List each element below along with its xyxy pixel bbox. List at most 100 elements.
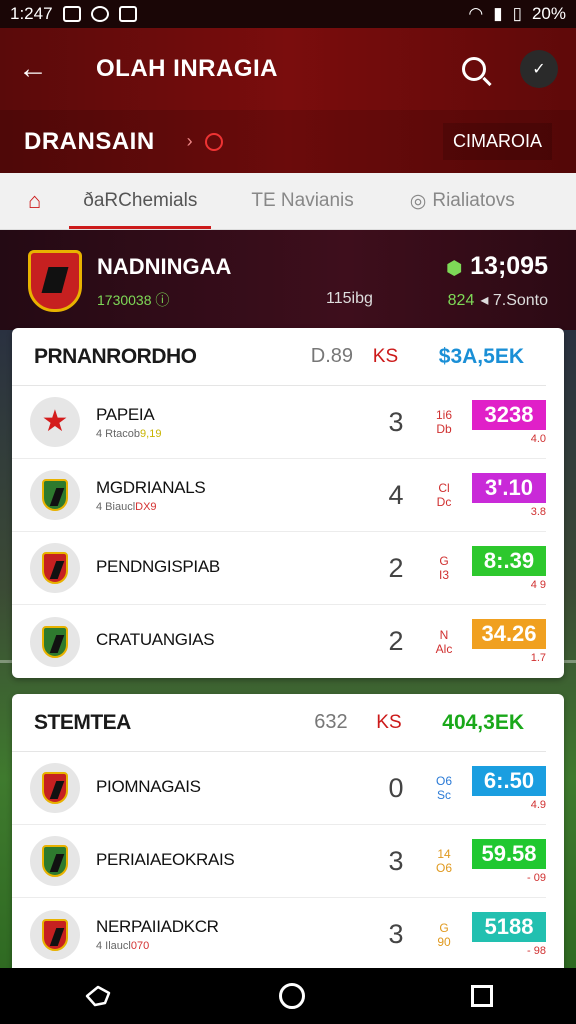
- team-mini-stats: O6 Sc: [416, 774, 472, 802]
- odds-badge-wrap[interactable]: 8:.39 4 9: [472, 545, 546, 591]
- team-mini-stats: G I3: [416, 554, 472, 582]
- signal-icon: ▮: [493, 4, 503, 23]
- group-card: PRNANRORDHO D.89 KS $3A,5EK ★ PAPEIA 4 R…: [12, 328, 564, 678]
- odds-badge-wrap[interactable]: 59.58 - 09: [472, 838, 546, 884]
- status-time: 1:247: [10, 4, 53, 23]
- team-row[interactable]: ★ PAPEIA 4 Rtacob9,19 3 1i6 Db 3238 4.0: [12, 386, 546, 459]
- match-sub-green: 824: [447, 292, 475, 309]
- info-icon: ⓘ: [155, 292, 170, 308]
- odds-badge-wrap[interactable]: 5188 - 98: [472, 912, 546, 957]
- league-option[interactable]: CIMAROIA: [442, 123, 552, 160]
- odds-badge[interactable]: 5188: [472, 912, 546, 942]
- search-icon[interactable]: [462, 57, 486, 81]
- group-num: D.89: [310, 345, 354, 367]
- nav-recents-icon[interactable]: [471, 985, 493, 1007]
- team-info: PENDNGISPIAB: [96, 557, 376, 580]
- status-bar: 1:247 ◠ ▮ ▯ 20%: [0, 0, 576, 28]
- odds-badge[interactable]: 3238: [472, 399, 546, 430]
- team-points: 0: [388, 772, 404, 803]
- odds-badge-wrap[interactable]: 6:.50 4.9: [472, 765, 546, 811]
- match-header[interactable]: NADNINGAA 1730038 ⓘ 115ibg ⬢ 13;095 824 ◂ …: [0, 230, 576, 330]
- team-name: PERIAIAEOKRAIS: [96, 849, 235, 869]
- group-total: 404,3EK: [442, 710, 524, 734]
- odds-badge-wrap[interactable]: 3'.10 3.8: [472, 472, 546, 518]
- group-ks: KS: [376, 711, 402, 733]
- group-header: STEMTEA 632 KS 404,3EK: [12, 694, 546, 752]
- nav-home-icon[interactable]: [279, 983, 305, 1009]
- team-mini-stats: 14 O6: [416, 847, 472, 875]
- group-num: 632: [314, 711, 348, 733]
- mini-stat-1: 14: [437, 847, 451, 861]
- tab-bar: ⌂ ðaRChemials TE Navianis ◎ Rialiatovs: [0, 173, 576, 230]
- mini-stat-2: O6: [435, 861, 452, 875]
- team-name: PAPEIA: [96, 404, 155, 424]
- team-row[interactable]: MGDRIANALS 4 BiauclDX9 4 Cl Dc 3'.10 3.8: [12, 459, 546, 532]
- league-bar[interactable]: DRANSAIN › CIMAROIA: [0, 110, 576, 173]
- mini-stat-2: Alc: [435, 641, 453, 656]
- odds-badge[interactable]: 3'.10: [472, 472, 546, 503]
- team-row[interactable]: PIOMNAGAIS 0 O6 Sc 6:.50 4.9: [12, 752, 546, 825]
- match-score-value: 13;095: [470, 252, 548, 280]
- team-name: PIOMNAGAIS: [96, 776, 201, 796]
- group-card: STEMTEA 632 KS 404,3EK PIOMNAGAIS 0 O6 S…: [12, 694, 564, 984]
- group-header: PRNANRORDHO D.89 KS $3A,5EK: [12, 328, 546, 386]
- home-icon[interactable]: ⌂: [0, 173, 69, 229]
- team-sub: 4 Ilaucl070: [96, 940, 376, 952]
- team-sub: 4 Rtacob9,19: [96, 428, 376, 440]
- shield-icon: [42, 772, 68, 804]
- match-code-value: 1730038: [97, 292, 152, 308]
- team-row[interactable]: PENDNGISPIAB 2 G I3 8:.39 4 9: [12, 532, 546, 605]
- mini-stat-1: N: [439, 627, 449, 642]
- nav-back-icon[interactable]: [83, 981, 113, 1011]
- wifi-icon: ◠: [468, 4, 484, 23]
- shield-icon: [42, 479, 68, 511]
- chevron-right-icon: ›: [186, 131, 193, 151]
- match-score: ⬢ 13;095: [446, 252, 548, 281]
- team-name: CRATUANGIAS: [96, 630, 215, 649]
- app-bar: ← OLAH INRAGIA ✓ DRANSAIN › CIMAROIA: [0, 28, 576, 173]
- team-points: 3: [388, 406, 404, 437]
- back-arrow-icon[interactable]: ←: [18, 52, 58, 86]
- match-code: 1730038 ⓘ: [97, 290, 169, 310]
- team-name: NERPAIIADKCR: [96, 917, 219, 936]
- team-mini-stats: 1i6 Db: [416, 408, 472, 436]
- team-info: PIOMNAGAIS: [96, 777, 376, 800]
- profile-icon[interactable]: ✓: [520, 50, 558, 88]
- shield-icon: [42, 625, 68, 658]
- team-row[interactable]: NERPAIIADKCR 4 Ilaucl070 3 G 90 5188 - 9…: [12, 898, 546, 971]
- team-points: 3: [388, 919, 404, 949]
- odds-badge-wrap[interactable]: 34.26 1.7: [472, 619, 546, 664]
- team-avatar: [30, 470, 80, 520]
- tab-label: ðaRChemials: [83, 190, 198, 211]
- team-avatar: [30, 616, 80, 667]
- odds-badge[interactable]: 6:.50: [472, 765, 546, 796]
- team-sub-b: DX9: [135, 500, 157, 513]
- battery-level: 20%: [531, 4, 566, 23]
- gallery-icon: [62, 6, 81, 22]
- team-sub-b: 070: [130, 940, 150, 952]
- team-avatar: [30, 763, 80, 813]
- team-avatar: ★: [30, 397, 80, 447]
- team-name: PENDNGISPIAB: [96, 556, 220, 576]
- team-points: 4: [388, 479, 404, 510]
- mini-stat-2: 90: [437, 934, 451, 949]
- team-row[interactable]: PERIAIAEOKRAIS 3 14 O6 59.58 - 09: [12, 825, 546, 898]
- odds-badge[interactable]: 59.58: [472, 838, 546, 869]
- team-sub-a: 4 Biaucl: [96, 500, 136, 513]
- system-nav-bar: [0, 968, 576, 1024]
- team-row[interactable]: CRATUANGIAS 2 N Alc 34.26 1.7: [12, 605, 546, 678]
- mini-stat-2: I3: [438, 568, 449, 582]
- tab-championships[interactable]: ðaRChemials: [69, 173, 212, 229]
- mini-stat-1: Cl: [438, 481, 450, 495]
- odds-badge-wrap[interactable]: 3238 4.0: [472, 399, 546, 445]
- team-sub-a: 4 Rtacob: [96, 427, 141, 440]
- mini-stat-2: Dc: [436, 495, 452, 509]
- star-icon: ★: [41, 405, 69, 438]
- team-info: PERIAIAEOKRAIS: [96, 850, 376, 873]
- team-list: PIOMNAGAIS 0 O6 Sc 6:.50 4.9 PERIAIAEOKR…: [12, 752, 564, 971]
- tab-statistics[interactable]: ◎ Rialiatovs: [396, 173, 529, 229]
- tab-navigation[interactable]: TE Navianis: [237, 173, 367, 229]
- odds-badge[interactable]: 8:.39: [472, 545, 546, 576]
- team-mini-stats: N Alc: [416, 628, 472, 656]
- odds-badge[interactable]: 34.26: [472, 619, 546, 649]
